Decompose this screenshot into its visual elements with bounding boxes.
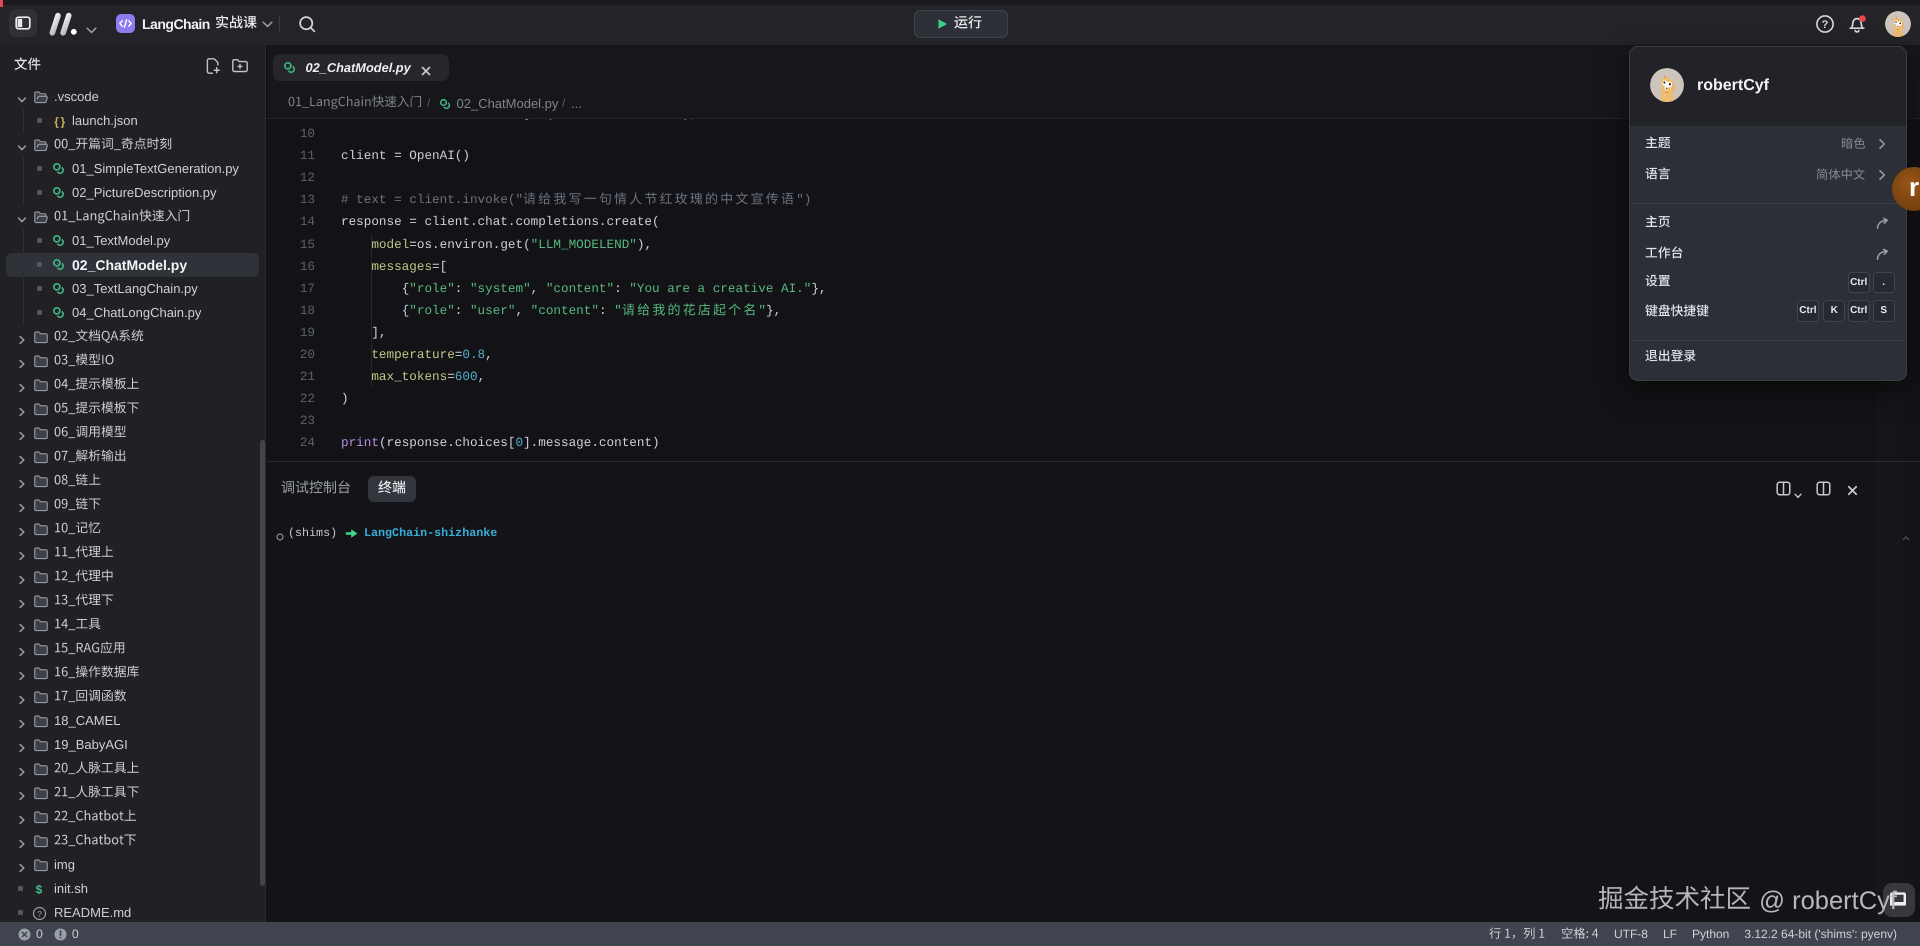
svg-text:}: } [60,117,65,129]
svg-text:?: ? [37,908,42,918]
svg-text:$: $ [36,882,43,896]
svg-text:{: { [54,117,59,129]
svg-text:?: ? [1822,19,1829,31]
